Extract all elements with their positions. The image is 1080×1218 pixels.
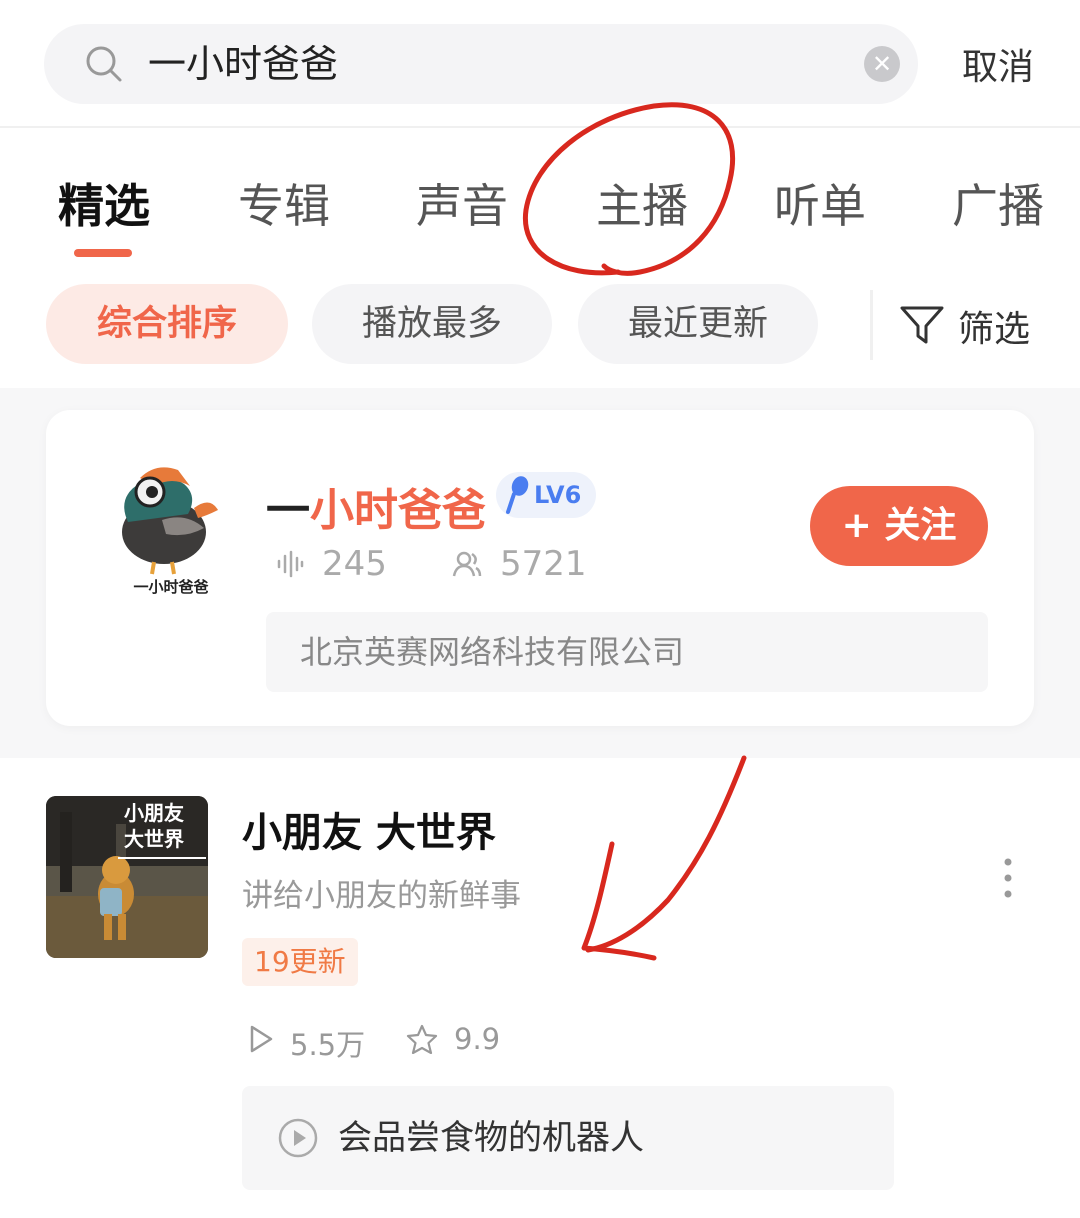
anchor-name[interactable]: 一小时爸爸: [266, 474, 486, 538]
rating: 9.9: [454, 1022, 501, 1056]
search-icon: [86, 46, 122, 82]
microphone-icon: [506, 476, 529, 514]
search-bar[interactable]: 一小时爸爸 ✕: [44, 24, 918, 104]
more-vertical-icon[interactable]: [996, 856, 1020, 900]
level-badge: LV6: [496, 472, 596, 518]
filter-icon[interactable]: [898, 300, 946, 348]
follow-button[interactable]: + 关注: [810, 486, 988, 566]
tab-playlists[interactable]: 听单: [774, 170, 866, 236]
anchor-avatar[interactable]: 一小时爸爸: [106, 456, 236, 596]
header-divider: [0, 126, 1080, 128]
play-icon: [250, 1025, 273, 1053]
filter-button[interactable]: 筛选: [958, 300, 1030, 352]
cancel-button[interactable]: 取消: [962, 38, 1034, 90]
followers-count: 5721: [500, 544, 587, 584]
play-count: 5.5万: [290, 1028, 366, 1062]
clear-icon[interactable]: ✕: [864, 46, 900, 82]
play-circle-icon[interactable]: [278, 1118, 318, 1158]
anchor-name-prefix: 一: [266, 485, 310, 536]
annotation-arrow-shaft: [585, 755, 747, 953]
active-tab-indicator: [74, 249, 132, 257]
sort-chip-comprehensive[interactable]: 综合排序: [46, 284, 288, 364]
album-title[interactable]: 小朋友 大世界: [242, 800, 496, 858]
followers-icon: [452, 551, 482, 577]
album-cover[interactable]: 小朋友 大世界: [46, 796, 208, 958]
update-badge: 19更新: [242, 938, 358, 986]
tab-selected[interactable]: 精选: [58, 170, 150, 236]
sound-wave-icon: [277, 550, 304, 578]
episode-item[interactable]: 会品尝食物的机器人: [242, 1086, 894, 1190]
episode-title: 会品尝食物的机器人: [338, 1118, 644, 1158]
chip-separator: [870, 290, 873, 360]
search-input[interactable]: 一小时爸爸: [148, 24, 338, 104]
annotation-arrow-head: [581, 841, 657, 961]
anchor-card[interactable]: 一小时爸爸 一小时爸爸 LV6 245 5721 北京英赛网络科技有限公司 + …: [46, 410, 1034, 726]
star-icon: [406, 1024, 438, 1054]
avatar-caption: 一小时爸爸: [133, 578, 208, 596]
album-subtitle: 讲给小朋友的新鲜事: [242, 878, 521, 914]
company-name: 北京英赛网络科技有限公司: [266, 612, 988, 692]
tab-radio[interactable]: 广播: [952, 170, 1044, 236]
cover-text-line2: 大世界: [124, 827, 184, 851]
tab-sounds[interactable]: 声音: [416, 170, 508, 236]
tracks-count: 245: [322, 544, 387, 584]
sort-chip-recent[interactable]: 最近更新: [578, 284, 818, 364]
level-text: LV6: [534, 481, 582, 509]
anchor-name-highlight: 小时爸爸: [310, 485, 486, 536]
tab-albums[interactable]: 专辑: [238, 170, 330, 236]
tab-anchors[interactable]: 主播: [596, 170, 688, 236]
sort-chip-most-played[interactable]: 播放最多: [312, 284, 552, 364]
cover-text-line1: 小朋友: [124, 801, 184, 825]
